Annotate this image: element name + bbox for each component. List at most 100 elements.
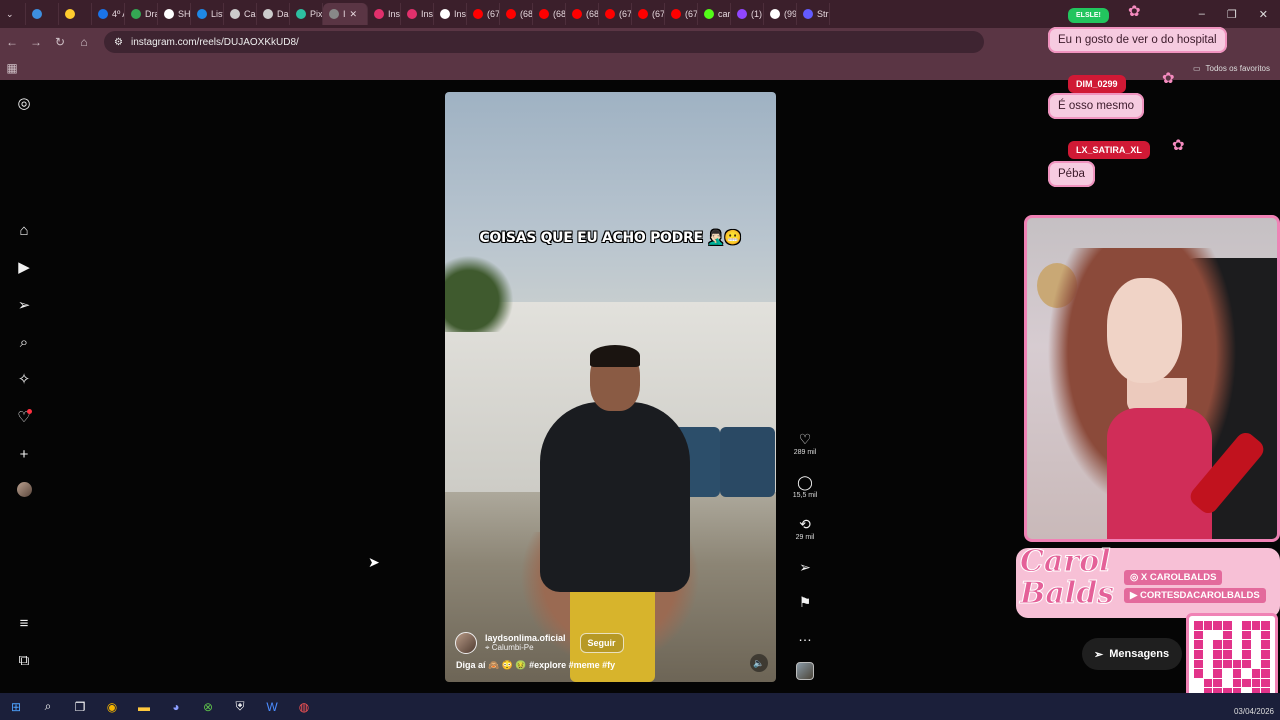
browser-tab[interactable]: (67 [632, 3, 665, 25]
like-icon[interactable]: ♡ [790, 431, 820, 447]
like-action[interactable]: ♡ 289 mil [790, 431, 820, 456]
repost-action[interactable]: ⟲ 29 mil [790, 516, 820, 541]
comment-action[interactable]: ◯ 15,5 mil [790, 474, 820, 499]
menu-icon[interactable]: ≡ [14, 614, 34, 634]
file-explorer-icon[interactable]: ▬ [128, 693, 160, 720]
security-icon[interactable]: ⛨ [224, 693, 256, 720]
bookmark-icon[interactable]: ⚑ [790, 594, 820, 610]
browser-tab[interactable]: 4º A [92, 3, 125, 25]
search-icon[interactable]: ⌕ [32, 693, 64, 720]
browser-tab[interactable]: Dra [125, 3, 158, 25]
close-window-button[interactable]: ✕ [1259, 8, 1268, 21]
messages-button[interactable]: ➢ Mensagens [1082, 638, 1182, 670]
browser-tab[interactable] [59, 3, 92, 25]
browser-tab[interactable]: (67 [599, 3, 632, 25]
reels-icon[interactable]: ▶ [14, 258, 34, 278]
browser-tab[interactable]: (68 [533, 3, 566, 25]
tab-label: Car [244, 9, 256, 19]
chat-username: DIM_0299 [1068, 75, 1126, 93]
browser-tab[interactable] [26, 3, 59, 25]
search-icon[interactable]: ⌕ [14, 333, 34, 353]
direct-icon[interactable]: ➢ [14, 296, 34, 316]
home-icon[interactable]: ⌂ [14, 221, 34, 241]
browser-tab[interactable]: (99 [764, 3, 797, 25]
save-action[interactable]: ⚑ [790, 594, 820, 610]
streamer-face [1107, 278, 1182, 383]
browser-tab[interactable]: Pix [290, 3, 323, 25]
tab-favicon-icon [770, 9, 780, 19]
maximize-button[interactable]: ❐ [1227, 8, 1237, 21]
site-info-icon[interactable]: ⚙ [114, 37, 123, 48]
browser-tab[interactable]: (1) [731, 3, 764, 25]
author-avatar[interactable] [455, 632, 477, 654]
chrome-icon[interactable]: ◉ [96, 693, 128, 720]
brand-logo: Carol Balds [1020, 544, 1115, 611]
browser-tab[interactable]: I ✕ [323, 3, 368, 25]
forward-icon[interactable]: → [24, 35, 48, 49]
reel-video[interactable]: COISAS QUE EU ACHO PODRE 🤦🏻‍♂️😬 laydsonl… [445, 92, 776, 682]
apps-grid-icon[interactable]: ▦ [0, 61, 24, 75]
minimize-button[interactable]: – [1199, 8, 1205, 20]
tab-label: (67 [652, 9, 665, 19]
url-field[interactable]: ⚙ instagram.com/reels/DUJAOXKkUD8/ [104, 31, 984, 53]
ellipsis-icon[interactable]: … [790, 628, 820, 644]
follow-button[interactable]: Seguir [579, 633, 624, 653]
mouse-cursor: ➤ [368, 554, 380, 570]
browser-tab[interactable]: (68 [500, 3, 533, 25]
browser-tab[interactable]: SHE [158, 3, 191, 25]
profile-icon[interactable] [14, 482, 34, 502]
tab-label: (68 [520, 9, 533, 19]
browser-tab[interactable]: (67 [467, 3, 500, 25]
browser-tab[interactable]: Das [257, 3, 290, 25]
browser-tab[interactable]: Inst [368, 3, 401, 25]
like-count: 289 mil [793, 449, 817, 456]
browser-tab[interactable]: List [191, 3, 224, 25]
browser-tab[interactable]: (67 [665, 3, 698, 25]
comment-icon[interactable]: ◯ [790, 474, 820, 490]
notifications-icon[interactable]: ♡ [14, 408, 34, 428]
browser-tab[interactable]: Car [224, 3, 257, 25]
word-icon[interactable]: W [256, 693, 288, 720]
task-view-icon[interactable]: ❐ [64, 693, 96, 720]
more-icon[interactable]: ⧉ [14, 651, 34, 671]
tab-favicon-icon [329, 9, 339, 19]
share-icon[interactable]: ➢ [790, 559, 820, 575]
browser-tab[interactable]: car [698, 3, 731, 25]
close-tab-icon[interactable]: ✕ [350, 9, 358, 20]
all-bookmarks-label[interactable]: Todos os favoritos [1206, 64, 1270, 73]
author-name[interactable]: laydsonlima.oficial [485, 633, 566, 643]
browser-tab[interactable]: Inst [401, 3, 434, 25]
browser-tab[interactable]: Inst [434, 3, 467, 25]
obs-icon[interactable]: ◍ [288, 693, 320, 720]
tab-label: (67 [619, 9, 632, 19]
author-location[interactable]: Calumbi-Pe [492, 643, 534, 652]
tab-label: Inst [454, 9, 467, 19]
windows-taskbar: ⊞ ⌕ ❐ ◉ ▬ ◕ ⊗ ⛨ W ◍ [0, 693, 1280, 720]
create-icon[interactable]: + [14, 445, 34, 465]
window-controls: – ❐ ✕ [1199, 0, 1280, 28]
chat-message: É osso mesmo [1048, 93, 1145, 119]
browser-tab[interactable]: Stri [797, 3, 830, 25]
repost-icon[interactable]: ⟲ [790, 516, 820, 532]
tab-search-icon[interactable]: ⌄ [0, 3, 26, 25]
discord-icon[interactable]: ◕ [160, 693, 192, 720]
tab-favicon-icon [605, 9, 615, 19]
tab-favicon-icon [473, 9, 483, 19]
tab-label: Inst [421, 9, 434, 19]
mute-icon[interactable]: 🔈 [750, 654, 768, 672]
browser-tab[interactable]: (68 [566, 3, 599, 25]
home-button-icon[interactable]: ⌂ [72, 35, 96, 49]
explore-icon[interactable]: ✧ [14, 370, 34, 390]
instagram-logo-icon[interactable]: ◎ [14, 94, 34, 114]
social-handle-youtube: ▶ CORTESDACAROLBALDS [1124, 588, 1266, 603]
webcam-feed [1024, 215, 1280, 542]
start-icon[interactable]: ⊞ [0, 693, 32, 720]
audio-thumbnail[interactable] [796, 662, 814, 680]
tab-favicon-icon [737, 9, 747, 19]
more-options[interactable]: … [790, 628, 820, 644]
tab-favicon-icon [164, 9, 174, 19]
back-icon[interactable]: ← [0, 35, 24, 49]
reload-icon[interactable]: ↻ [48, 35, 72, 49]
share-action[interactable]: ➢ [790, 559, 820, 575]
xbox-icon[interactable]: ⊗ [192, 693, 224, 720]
